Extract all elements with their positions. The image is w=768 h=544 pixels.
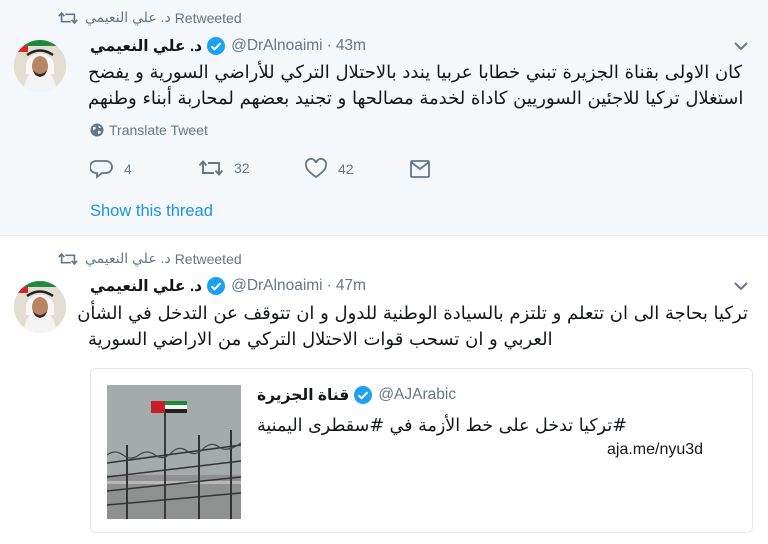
border-fence-image xyxy=(107,385,241,519)
verified-badge-icon xyxy=(207,37,226,55)
translate-tweet[interactable]: Translate Tweet xyxy=(90,122,208,138)
avatar[interactable] xyxy=(14,281,66,333)
avatar[interactable] xyxy=(14,40,66,92)
author-handle[interactable]: @DrAlnoaimi xyxy=(231,277,323,295)
tweet-2[interactable]: د. علي النعيمي Retweeted د. علي النعيمي … xyxy=(0,237,768,544)
author-name[interactable]: د. علي النعيمي xyxy=(90,37,202,56)
retweet-context: د. علي النعيمي Retweeted xyxy=(57,250,242,267)
heart-icon xyxy=(305,158,327,179)
retweeter-name[interactable]: د. علي النعيمي xyxy=(85,9,171,26)
card-header: قناة الجزيرة @AJArabic xyxy=(257,385,456,405)
retweet-button[interactable]: 32 xyxy=(198,158,250,178)
separator-dot: · xyxy=(326,277,332,294)
card-text: #تركيا تدخل على خط الأزمة في #سقطرى اليم… xyxy=(257,416,627,436)
like-count: 42 xyxy=(338,161,354,177)
like-button[interactable]: 42 xyxy=(304,158,354,180)
tweet-text-line: كان الاولى بقناة الجزيرة تبني خطابا عربي… xyxy=(88,62,743,83)
envelope-icon xyxy=(410,160,430,178)
avatar-image xyxy=(14,281,66,333)
reply-icon xyxy=(90,160,113,179)
chevron-down-icon[interactable] xyxy=(733,280,749,292)
retweet-context: د. علي النعيمي Retweeted xyxy=(57,9,242,26)
retweet-icon xyxy=(58,252,78,265)
author-handle[interactable]: @DrAlnoaimi xyxy=(231,37,323,55)
translate-label: Translate Tweet xyxy=(109,122,208,138)
card-link[interactable]: aja.me/nyu3d xyxy=(607,441,703,459)
author-name[interactable]: د. علي النعيمي xyxy=(90,277,202,296)
tweet-text-line: تركيا بحاجة الى ان تتعلم و تلتزم بالسياد… xyxy=(77,303,748,324)
card-image xyxy=(107,385,241,519)
tweet-text: تركيا بحاجة الى ان تتعلم و تلتزم بالسياد… xyxy=(77,301,748,353)
tweet-time[interactable]: 43m xyxy=(336,37,366,55)
chevron-down-icon[interactable] xyxy=(733,40,749,52)
reply-button[interactable]: 4 xyxy=(90,158,132,180)
tweet-time[interactable]: 47m xyxy=(336,277,366,295)
tweet-text: كان الاولى بقناة الجزيرة تبني خطابا عربي… xyxy=(88,60,748,112)
tweet-1[interactable]: د. علي النعيمي Retweeted د. علي النعيمي … xyxy=(0,0,768,236)
tweet-header: د. علي النعيمي @DrAlnoaimi · 47m xyxy=(90,276,366,296)
retweet-icon xyxy=(198,160,224,176)
avatar-image xyxy=(14,40,66,92)
retweeted-label: Retweeted xyxy=(174,9,242,26)
card-author-handle[interactable]: @AJArabic xyxy=(378,386,456,404)
tweet-text-line: العربي و ان تسحب قوات الاحتلال التركي من… xyxy=(88,329,553,350)
reply-count: 4 xyxy=(124,161,132,177)
globe-icon xyxy=(90,123,104,137)
link-card[interactable]: قناة الجزيرة @AJArabic #تركيا تدخل على خ… xyxy=(90,368,753,533)
tweet-text-line: استغلال تركيا للاجئين السوريين كاداة لخد… xyxy=(88,88,744,109)
retweet-icon xyxy=(58,11,78,24)
verified-badge-icon xyxy=(354,386,373,404)
verified-badge-icon xyxy=(207,277,226,295)
retweet-count: 32 xyxy=(234,160,250,176)
separator-dot: · xyxy=(326,37,332,54)
tweet-header: د. علي النعيمي @DrAlnoaimi · 43m xyxy=(90,36,366,56)
tweet-actions: 4 32 42 xyxy=(90,158,450,184)
card-author-name[interactable]: قناة الجزيرة xyxy=(257,386,349,405)
retweeted-label: Retweeted xyxy=(174,250,242,267)
retweeter-name[interactable]: د. علي النعيمي xyxy=(85,250,171,267)
direct-message-button[interactable] xyxy=(408,158,442,180)
show-thread-link[interactable]: Show this thread xyxy=(90,202,213,221)
